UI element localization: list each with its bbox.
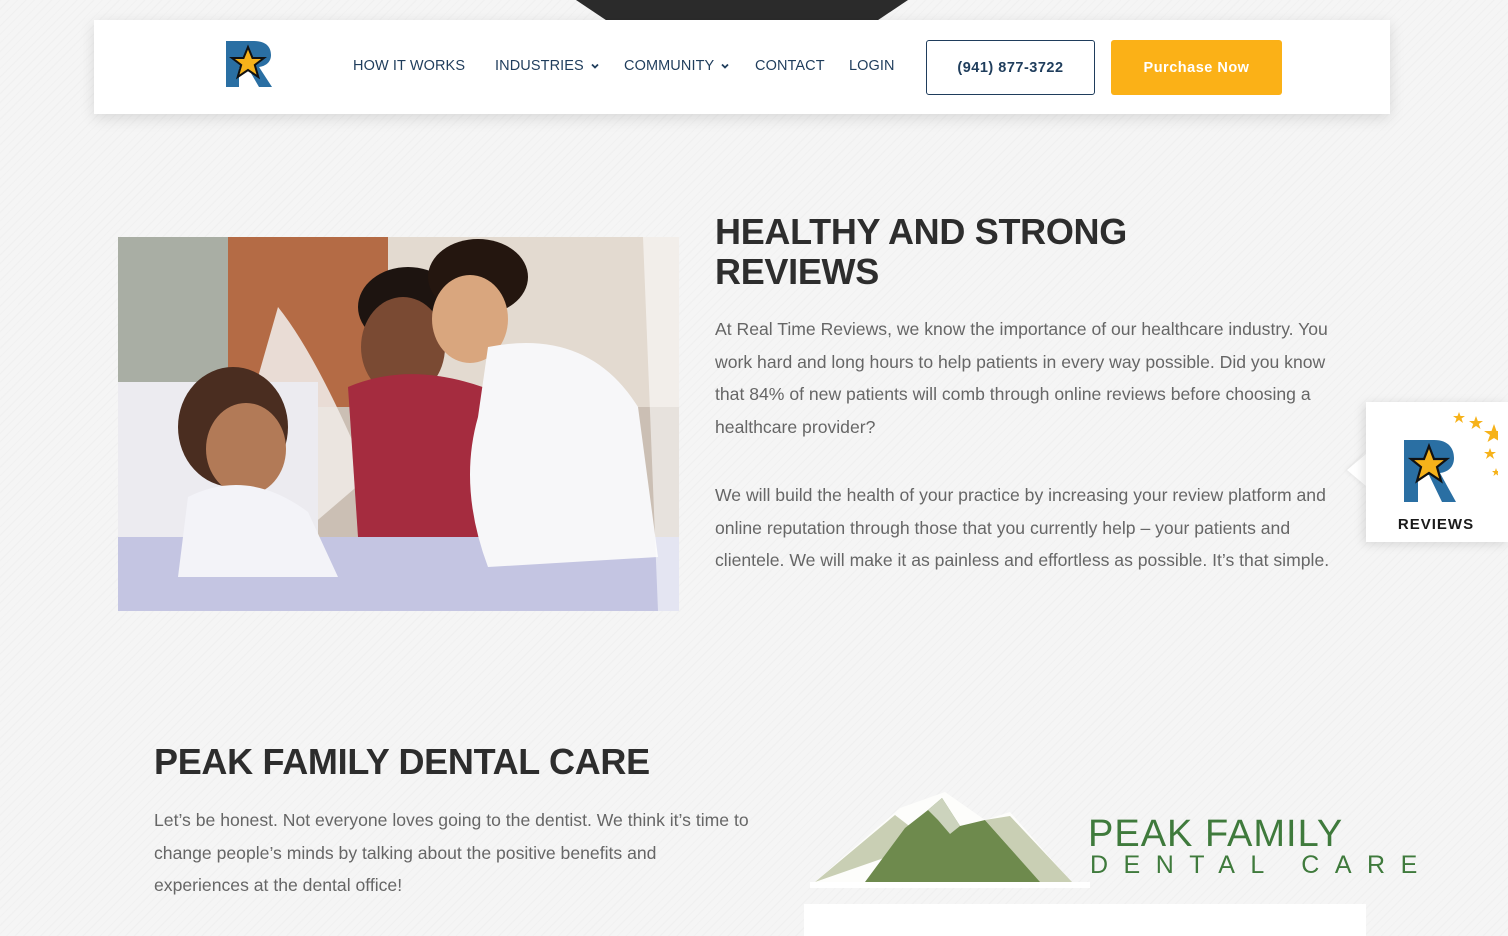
nav-contact[interactable]: CONTACT: [755, 58, 825, 74]
reviews-badge-pointer: [1347, 454, 1366, 486]
peak-logo-subtitle: DENTAL CARE: [1090, 851, 1433, 879]
real-time-reviews-logo-icon[interactable]: [224, 39, 274, 89]
healthy-paragraph-2: We will build the health of your practic…: [715, 485, 1330, 570]
peak-logo-name: PEAK FAMILY: [1088, 813, 1344, 855]
healthy-paragraph-1: At Real Time Reviews, we know the import…: [715, 319, 1328, 437]
healthcare-photo-illustration: [118, 237, 679, 611]
nav-community[interactable]: COMMUNITY: [624, 58, 730, 74]
chevron-down-icon: [591, 64, 599, 69]
reviews-badge[interactable]: REVIEWS: [1366, 402, 1508, 542]
phone-button[interactable]: (941) 877-3722: [926, 40, 1095, 95]
healthy-title-line2: REVIEWS: [715, 251, 879, 292]
purchase-now-button[interactable]: Purchase Now: [1111, 40, 1282, 95]
peak-section-title: PEAK FAMILY DENTAL CARE: [154, 741, 650, 782]
nav-industries[interactable]: INDUSTRIES: [495, 58, 600, 74]
site-header: HOW IT WORKS INDUSTRIES COMMUNITY CONTAC…: [94, 20, 1390, 114]
top-notch-decoration: [576, 0, 908, 20]
chevron-down-icon: [721, 64, 729, 69]
nav-how-it-works[interactable]: HOW IT WORKS: [353, 58, 465, 74]
nav-community-label: COMMUNITY: [624, 58, 715, 74]
reviews-badge-logo-icon: [1404, 412, 1498, 502]
healthy-title-line1: HEALTHY AND STRONG: [715, 211, 1127, 252]
peak-paragraph: Let’s be honest. Not everyone loves goin…: [154, 810, 749, 895]
healthy-section-title: HEALTHY AND STRONG REVIEWS: [715, 212, 1315, 292]
mountain-logo-icon: [810, 792, 1090, 888]
nav-login[interactable]: LOGIN: [849, 58, 895, 74]
nav-industries-label: INDUSTRIES: [495, 58, 584, 74]
reviews-badge-label: REVIEWS: [1397, 516, 1475, 533]
healthcare-photo: [118, 237, 679, 611]
peak-family-dental-logo: PEAK FAMILY DENTAL CARE: [810, 790, 1417, 888]
peak-card-panel: [804, 904, 1366, 936]
